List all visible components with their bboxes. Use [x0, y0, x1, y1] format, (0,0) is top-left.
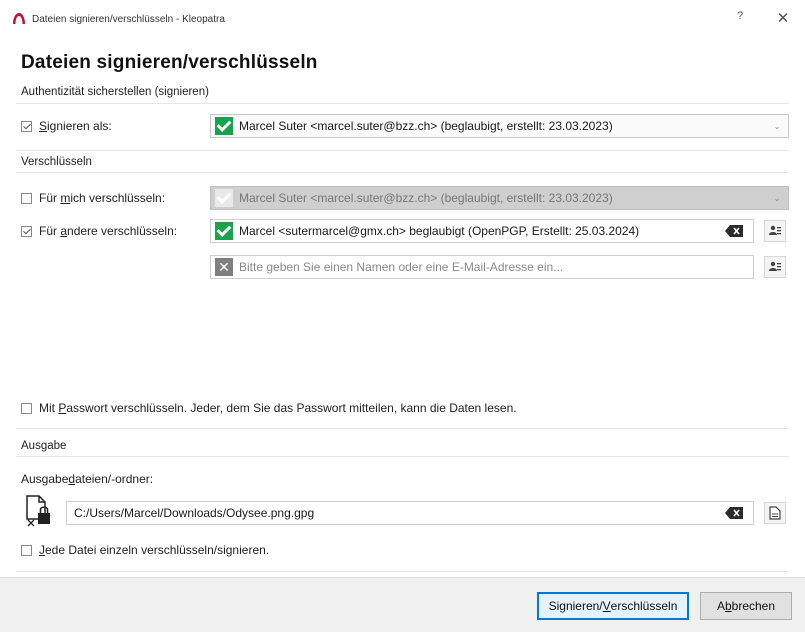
- cancel-button[interactable]: Ab brechen: [700, 592, 792, 620]
- divider: [16, 103, 789, 104]
- clear-text-icon[interactable]: [725, 507, 743, 519]
- output-path-value: C:/Users/Marcel/Downloads/Odysee.png.gpg: [74, 506, 315, 520]
- encrypt-for-others-checkbox[interactable]: [21, 225, 32, 237]
- address-book-icon: [769, 225, 781, 235]
- sign-section-label: Authentizität sicherstellen (signieren): [21, 86, 209, 98]
- sign-as-value: Marcel Suter <marcel.suter@bzz.ch> (begl…: [239, 119, 613, 133]
- output-path-input[interactable]: C:/Users/Marcel/Downloads/Odysee.png.gpg: [66, 501, 754, 525]
- sign-encrypt-button[interactable]: Signieren/Verschlüsseln: [537, 592, 689, 620]
- divider: [16, 150, 789, 151]
- certificate-valid-icon: [215, 222, 233, 240]
- encrypt-for-others-row[interactable]: Für andere verschlüsseln:: [21, 224, 177, 238]
- each-file-label: Jede Datei einzeln verschlüsseln/signier…: [39, 543, 270, 557]
- sign-as-checkbox-row[interactable]: Signieren als:: [21, 119, 112, 133]
- output-files-label: Ausgabedateien/-ordner:: [21, 472, 154, 486]
- encrypt-for-me-row[interactable]: Für mich verschlüsseln:: [21, 191, 165, 205]
- select-certificate-button[interactable]: [764, 256, 786, 278]
- help-button[interactable]: ?: [730, 10, 750, 28]
- encrypt-section-label: Verschlüsseln: [21, 156, 92, 168]
- password-encrypt-label: Mit Passwort verschlüsseln. Jeder, dem S…: [39, 401, 517, 415]
- encrypted-file-icon: [26, 495, 50, 527]
- recipient-input[interactable]: Marcel <sutermarcel@gmx.ch> beglaubigt (…: [210, 219, 754, 243]
- each-file-checkbox[interactable]: [21, 544, 32, 556]
- new-recipient-input[interactable]: ✕ Bitte geben Sie einen Namen oder eine …: [210, 255, 754, 279]
- certificate-valid-icon: [215, 189, 233, 207]
- clear-text-icon[interactable]: [725, 225, 743, 237]
- password-encrypt-checkbox[interactable]: [21, 402, 32, 414]
- encrypt-for-me-label: Für mich verschlüsseln:: [39, 191, 166, 205]
- divider: [16, 571, 789, 572]
- each-file-row[interactable]: Jede Datei einzeln verschlüsseln/signier…: [21, 543, 269, 557]
- window-title: Dateien signieren/verschlüsseln - Kleopa…: [32, 14, 225, 25]
- file-open-icon: [769, 506, 781, 520]
- output-section-label: Ausgabe: [21, 440, 67, 452]
- kleopatra-logo-icon: [13, 13, 25, 24]
- divider: [16, 456, 789, 457]
- page-title: Dateien signieren/verschlüsseln: [21, 52, 318, 73]
- address-book-icon: [769, 261, 781, 271]
- sign-as-label: Signieren als:: [39, 119, 112, 133]
- sign-as-combobox[interactable]: Marcel Suter <marcel.suter@bzz.ch> (begl…: [210, 114, 789, 138]
- chevron-down-icon[interactable]: ⌄: [770, 122, 784, 131]
- divider: [16, 172, 789, 173]
- close-button[interactable]: ✕: [771, 8, 795, 30]
- divider: [16, 428, 789, 429]
- new-recipient-placeholder: Bitte geben Sie einen Namen oder eine E-…: [239, 260, 564, 274]
- select-certificate-button[interactable]: [764, 220, 786, 242]
- encrypt-for-me-value: Marcel Suter <marcel.suter@bzz.ch> (begl…: [239, 191, 613, 205]
- recipient-value: Marcel <sutermarcel@gmx.ch> beglaubigt (…: [239, 224, 640, 238]
- title-bar: Dateien signieren/verschlüsseln - Kleopa…: [0, 0, 805, 38]
- certificate-invalid-icon: ✕: [215, 258, 233, 276]
- password-encrypt-row[interactable]: Mit Passwort verschlüsseln. Jeder, dem S…: [21, 401, 517, 415]
- chevron-down-icon: ⌄: [773, 193, 781, 203]
- encrypt-for-me-combobox: Marcel Suter <marcel.suter@bzz.ch> (begl…: [210, 186, 789, 210]
- encrypt-for-me-checkbox[interactable]: [21, 192, 32, 204]
- browse-file-button[interactable]: [764, 502, 786, 524]
- sign-as-checkbox[interactable]: [21, 120, 32, 132]
- certificate-valid-icon: [215, 117, 233, 135]
- encrypt-for-others-label: Für andere verschlüsseln:: [39, 224, 178, 238]
